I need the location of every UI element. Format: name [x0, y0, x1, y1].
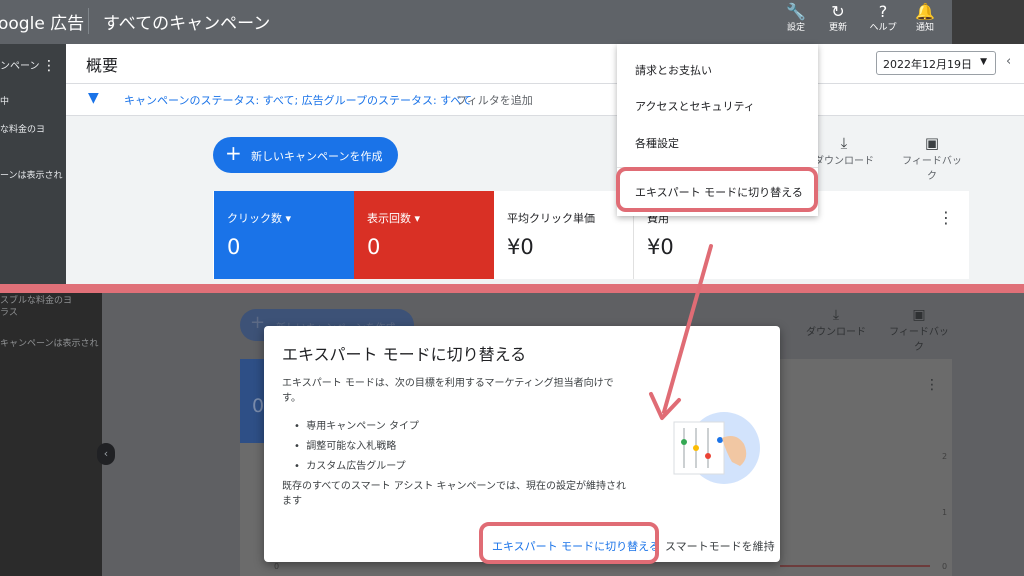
- refresh-label: 更新: [828, 23, 847, 33]
- page-title: すべてのキャンペーン: [103, 14, 271, 34]
- notifications-label: 通知: [915, 23, 934, 33]
- metric-label: クリック数 ▾: [227, 212, 292, 225]
- wrench-icon: 🔧: [786, 2, 806, 21]
- axis-tick: 1: [942, 508, 948, 517]
- settings-label: 設定: [786, 23, 805, 33]
- metric-value: ¥0: [647, 235, 674, 259]
- date-range-picker[interactable]: 2022年12月19日 ▼: [876, 51, 996, 75]
- metric-label: 平均クリック単価: [507, 212, 595, 225]
- sidebar-item[interactable]: ーンは表示され: [0, 168, 63, 181]
- axis-tick: 0: [942, 562, 948, 571]
- download-icon: ⤓: [840, 134, 848, 152]
- divider: [88, 8, 89, 34]
- dialog-title: エキスパート モードに切り替える: [282, 345, 527, 364]
- sidebar-item[interactable]: 中: [0, 94, 9, 107]
- expert-mode-illustration: [673, 412, 760, 484]
- plus-icon: +: [225, 141, 242, 165]
- menu-item-billing[interactable]: 請求とお支払い: [635, 62, 712, 78]
- refresh-button[interactable]: ↻ 更新: [821, 2, 855, 34]
- help-label: ヘルプ: [869, 23, 897, 33]
- dialog-intro: エキスパート モードは、次の目標を利用するマーケティング担当者向けです。: [282, 378, 614, 404]
- feedback-button[interactable]: ▣ フィードバック: [902, 134, 962, 182]
- keep-smart-mode-button[interactable]: スマートモードを維持: [665, 538, 775, 554]
- highlight-box: [616, 167, 818, 212]
- list-item-text: 調整可能な入札戦略: [306, 441, 397, 452]
- top-bar: oogle 広告 すべてのキャンペーン 🔧 設定 ↻ 更新 ? ヘルプ 🔔 通知: [0, 0, 1024, 44]
- feedback-label: フィードバック: [889, 327, 949, 353]
- axis-tick: 2: [942, 452, 948, 461]
- sidebar-item[interactable]: ラス: [0, 305, 18, 318]
- metric-card-avg-cpc[interactable]: 平均クリック単価 ¥0: [494, 191, 634, 279]
- sidebar-item[interactable]: キャンペーンは表示され: [0, 336, 99, 349]
- date-value: 2022年12月19日: [883, 58, 972, 71]
- more-vert-icon[interactable]: ⋮: [925, 377, 939, 393]
- refresh-icon: ↻: [831, 2, 845, 21]
- help-icon: ?: [878, 2, 888, 21]
- feedback-icon: ▣: [912, 307, 926, 323]
- metric-value: 0: [367, 235, 381, 259]
- top-screenshot: oogle 広告 すべてのキャンペーン 🔧 設定 ↻ 更新 ? ヘルプ 🔔 通知…: [0, 0, 1024, 284]
- dialog-note: 既存のすべてのスマート アシスト キャンペーンでは、現在の設定が維持されます: [282, 481, 627, 507]
- metric-value: ¥0: [507, 235, 534, 259]
- feedback-icon: ▣: [924, 134, 940, 152]
- dialog-list-item: • 専用キャンペーン タイプ: [294, 421, 419, 432]
- feedback-button[interactable]: ▣ フィードバック: [888, 307, 950, 353]
- add-filter-link[interactable]: フィルタを追加: [456, 92, 533, 108]
- download-button[interactable]: ⤓ ダウンロード: [806, 307, 866, 338]
- new-campaign-label: 新しいキャンペーンを作成: [251, 150, 383, 163]
- list-item-text: 専用キャンペーン タイプ: [306, 421, 419, 432]
- download-label: ダウンロード: [814, 156, 874, 167]
- google-ads-logo[interactable]: oogle 広告: [0, 9, 84, 34]
- metric-label: 表示回数 ▾: [367, 212, 421, 225]
- download-icon: ⤓: [832, 307, 840, 323]
- feedback-label: フィードバック: [902, 156, 962, 182]
- dialog-list-item: • 調整可能な入札戦略: [294, 441, 397, 452]
- chart-line: [780, 565, 930, 567]
- overview-title: 概要: [86, 56, 119, 75]
- more-vert-icon[interactable]: ⋮: [42, 58, 56, 74]
- menu-item-settings[interactable]: 各種設定: [635, 135, 679, 151]
- collapse-sidebar-button[interactable]: ‹: [97, 443, 115, 465]
- filter-bar: ▼ キャンペーンのステータス: すべて; 広告グループのステータス: すべて フ…: [66, 84, 1024, 116]
- settings-button[interactable]: 🔧 設定: [779, 2, 813, 34]
- highlight-box: [479, 522, 659, 564]
- sidebar-item[interactable]: な料金のヨ: [0, 122, 45, 135]
- overview-header: 概要 2022年12月19日 ▼ ‹ › 過去: [66, 44, 1024, 84]
- notifications-button[interactable]: 🔔 通知: [908, 2, 942, 34]
- chevron-left-icon[interactable]: ‹: [1006, 54, 1011, 69]
- sidebar: ンペーン ⋮ 中 な料金のヨ ーンは表示され: [0, 44, 66, 284]
- filter-icon[interactable]: ▼: [88, 90, 99, 106]
- download-label: ダウンロード: [806, 327, 866, 338]
- dialog-list-item: • カスタム広告グループ: [294, 461, 406, 472]
- metric-value: 0: [252, 395, 265, 417]
- plus-icon: +: [250, 312, 266, 333]
- new-campaign-button[interactable]: + 新しいキャンペーンを作成: [213, 137, 398, 173]
- section-divider: [0, 284, 1024, 293]
- bell-icon: 🔔: [915, 2, 935, 21]
- metric-card-clicks[interactable]: クリック数 ▾ 0: [214, 191, 354, 279]
- sidebar: スブルな料金のヨ ラス キャンペーンは表示され: [0, 293, 102, 576]
- sidebar-header: ンペーン: [0, 61, 40, 72]
- axis-tick: 0: [274, 562, 280, 571]
- list-item-text: カスタム広告グループ: [306, 461, 406, 472]
- help-button[interactable]: ? ヘルプ: [866, 2, 900, 34]
- metric-value: 0: [227, 235, 241, 259]
- filter-status-text[interactable]: キャンペーンのステータス: すべて; 広告グループのステータス: すべて: [124, 92, 472, 108]
- caret-down-icon: ▼: [980, 57, 987, 67]
- account-area[interactable]: [952, 0, 1024, 44]
- download-button[interactable]: ⤓ ダウンロード: [814, 134, 874, 167]
- menu-item-access-security[interactable]: アクセスとセキュリティ: [635, 98, 755, 114]
- metric-card-impressions[interactable]: 表示回数 ▾ 0: [354, 191, 494, 279]
- more-vert-icon[interactable]: ⋮: [938, 208, 954, 227]
